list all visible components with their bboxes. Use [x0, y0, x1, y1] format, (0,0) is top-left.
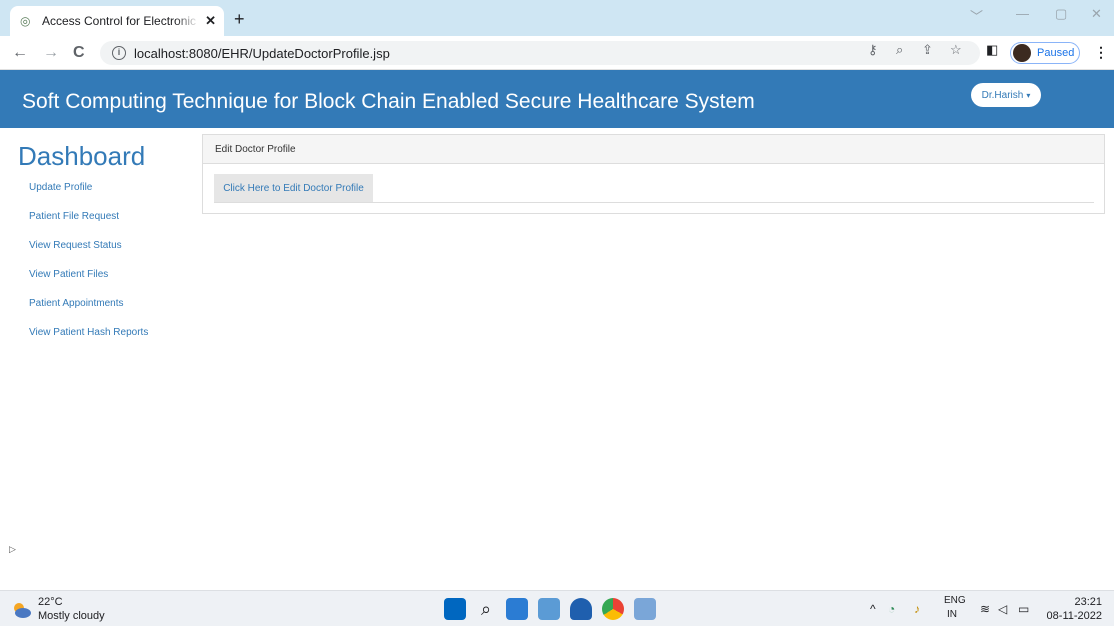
user-menu-label: Dr.Harish [981, 89, 1024, 101]
sidebar-item-view-patient-files[interactable]: View Patient Files [29, 269, 108, 280]
side-panel-icon[interactable]: ◧ [986, 42, 998, 58]
forward-icon[interactable]: → [43, 44, 59, 62]
start-windows-icon[interactable] [444, 598, 466, 620]
sidebar-title: Dashboard [18, 141, 146, 171]
close-window-icon[interactable]: ✕ [1091, 6, 1102, 22]
file-explorer-icon[interactable] [506, 598, 528, 620]
sidebar-item-patient-file-request[interactable]: Patient File Request [29, 211, 119, 222]
chrome-icon[interactable] [602, 598, 624, 620]
box-app-icon[interactable] [570, 598, 592, 620]
sidebar-item-update-profile[interactable]: Update Profile [29, 182, 92, 193]
clock-date: 08-11-2022 [1046, 610, 1102, 622]
app-icon[interactable] [538, 598, 560, 620]
weather-cloudy-icon[interactable] [10, 599, 32, 619]
site-title: Soft Computing Technique for Block Chain… [22, 90, 755, 113]
new-tab-button[interactable]: + [234, 9, 245, 30]
zoom-icon[interactable]: ⌕ [896, 42, 903, 58]
tab-close-icon[interactable]: ✕ [205, 13, 216, 29]
back-icon[interactable]: ← [12, 44, 28, 62]
reload-icon[interactable]: C [73, 44, 85, 62]
caret-down-icon: ▾ [1026, 90, 1031, 100]
chevron-up-icon[interactable]: ^ [870, 602, 876, 616]
weather-description: Mostly cloudy [38, 610, 105, 622]
wifi-icon[interactable]: ≋ [980, 602, 990, 616]
profile-status: Paused [1037, 47, 1075, 59]
weather-temperature: 22°C [38, 596, 63, 608]
browser-tab-strip: ◎ Access Control for Electronic Hea ✕ + … [0, 0, 1114, 36]
taskbar: 22°C Mostly cloudy ⌕ ^ ◔ ♪ ENG IN ≋ ◁ ▭ … [0, 590, 1114, 626]
language-region[interactable]: IN [947, 609, 957, 620]
profile-avatar [1013, 44, 1031, 62]
panel-heading: Edit Doctor Profile [203, 135, 1104, 164]
search-icon[interactable]: ⌕ [475, 598, 497, 620]
sidebar-item-view-request-status[interactable]: View Request Status [29, 240, 122, 251]
bookmark-star-icon[interactable]: ☆ [950, 42, 962, 58]
play-triangle-icon: ▷ [9, 544, 16, 554]
clock-time: 23:21 [1074, 596, 1102, 608]
tab-title: Access Control for Electronic Hea [42, 14, 199, 28]
language-code[interactable]: ENG [944, 595, 966, 606]
address-bar[interactable]: i localhost:8080/EHR/UpdateDoctorProfile… [100, 41, 980, 65]
sync-icon[interactable]: ◔ [888, 602, 895, 616]
edit-profile-panel: Edit Doctor Profile Click Here to Edit D… [202, 134, 1105, 214]
password-key-icon[interactable]: ⚷ [868, 42, 878, 58]
browser-menu-icon[interactable]: ⋮ [1094, 44, 1108, 61]
minimize-icon[interactable]: — [1016, 6, 1029, 21]
browser-tab[interactable]: ◎ Access Control for Electronic Hea ✕ [10, 6, 224, 36]
site-info-icon[interactable]: i [112, 46, 126, 60]
snipping-tool-icon[interactable] [634, 598, 656, 620]
url-text: localhost:8080/EHR/UpdateDoctorProfile.j… [134, 45, 390, 61]
site-favicon-icon: ◎ [20, 14, 31, 28]
browser-toolbar: ← → C i localhost:8080/EHR/UpdateDoctorP… [0, 36, 1114, 70]
maximize-icon[interactable]: ▢ [1055, 6, 1067, 22]
edit-doctor-profile-button[interactable]: Click Here to Edit Doctor Profile [214, 174, 373, 203]
divider [214, 202, 1094, 203]
share-icon[interactable]: ⇪ [922, 42, 933, 58]
site-header: Soft Computing Technique for Block Chain… [0, 70, 1114, 128]
profile-button[interactable]: Paused [1010, 42, 1080, 64]
sidebar-item-patient-appointments[interactable]: Patient Appointments [29, 298, 124, 309]
volume-icon[interactable]: ◁ [998, 602, 1007, 616]
user-menu-button[interactable]: Dr.Harish ▾ [971, 83, 1041, 107]
battery-icon[interactable]: ▭ [1018, 602, 1029, 616]
system-clock[interactable]: 23:21 08-11-2022 [1047, 595, 1102, 623]
sidebar-item-view-patient-hash-reports[interactable]: View Patient Hash Reports [29, 327, 148, 338]
microphone-icon[interactable]: ♪ [914, 602, 920, 616]
tab-search-icon[interactable]: ﹀ [970, 6, 983, 25]
